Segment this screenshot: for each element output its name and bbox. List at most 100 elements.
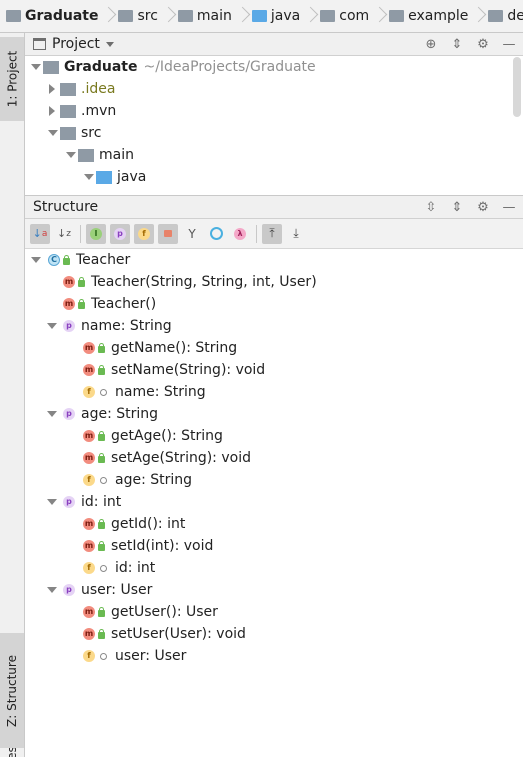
locate-icon[interactable]: ⊕	[423, 37, 439, 53]
folder-icon	[78, 148, 94, 162]
structure-item-property[interactable]: p id: int	[45, 491, 121, 513]
show-non-public-icon[interactable]	[158, 223, 178, 244]
folder-icon	[60, 104, 76, 118]
expand-arrow-icon[interactable]	[45, 315, 59, 337]
breadcrumb-item-src[interactable]: src	[112, 0, 172, 32]
structure-item-label: name: String	[115, 384, 206, 400]
show-anonymous-icon[interactable]	[206, 224, 226, 244]
field-icon: f	[83, 650, 95, 662]
tree-item-idea[interactable]: .idea	[46, 78, 115, 100]
expand-arrow-icon[interactable]	[82, 166, 96, 188]
chevron-right-icon	[305, 6, 314, 26]
module-folder-icon	[43, 60, 59, 74]
project-panel-title[interactable]: Project	[52, 36, 100, 52]
structure-item-setter[interactable]: m setAge(String): void	[83, 447, 251, 469]
public-lock-icon	[98, 540, 105, 551]
hide-icon[interactable]: —	[501, 37, 517, 53]
structure-item-constructor[interactable]: m Teacher(String, String, int, User)	[63, 271, 317, 293]
structure-item-property[interactable]: p age: String	[45, 403, 158, 425]
structure-item-getter[interactable]: m getId(): int	[83, 513, 185, 535]
structure-item-label: getAge(): String	[111, 428, 223, 444]
breadcrumb-item-com[interactable]: com	[314, 0, 383, 32]
structure-item-field[interactable]: f user: User	[83, 645, 186, 667]
tree-item-graduate[interactable]: Graduate ~/IdeaProjects/Graduate	[29, 56, 316, 78]
structure-item-setter[interactable]: m setId(int): void	[83, 535, 213, 557]
structure-item-label: age: String	[81, 406, 159, 422]
structure-item-setter[interactable]: m setUser(User): void	[83, 623, 246, 645]
extra-tool-tab[interactable]: es	[0, 748, 24, 757]
structure-item-getter[interactable]: m getUser(): User	[83, 601, 218, 623]
structure-item-field[interactable]: f name: String	[83, 381, 206, 403]
collapse-all-icon[interactable]: ⇕	[449, 200, 465, 216]
expand-arrow-icon[interactable]	[29, 56, 43, 78]
breadcrumb-label: Graduate	[25, 8, 99, 24]
expand-arrow-icon[interactable]	[45, 579, 59, 601]
expand-all-icon[interactable]: ⇳	[423, 200, 439, 216]
show-lambdas-icon[interactable]: λ	[230, 224, 250, 244]
structure-item-class[interactable]: C Teacher	[29, 249, 130, 271]
chevron-down-icon[interactable]	[105, 41, 114, 47]
chevron-right-icon	[163, 6, 172, 26]
expand-arrow-icon[interactable]	[45, 403, 59, 425]
method-icon: m	[83, 342, 95, 354]
collapse-all-icon[interactable]: ⇕	[449, 37, 465, 53]
left-tool-strip: 1: Project Z: Structure es	[0, 33, 25, 757]
breadcrumb-item-example[interactable]: example	[383, 0, 482, 32]
structure-tool-tab[interactable]: Z: Structure	[0, 633, 24, 748]
hide-icon[interactable]: —	[501, 200, 517, 216]
expand-arrow-icon[interactable]	[64, 144, 78, 166]
structure-item-getter[interactable]: m getAge(): String	[83, 425, 223, 447]
sort-alphabetically-icon[interactable]: ↓ z	[54, 224, 74, 244]
structure-item-getter[interactable]: m getName(): String	[83, 337, 237, 359]
project-scrollbar[interactable]	[513, 57, 521, 117]
project-tool-tab-label: 1: Project	[5, 50, 19, 108]
structure-item-label: user: User	[81, 582, 153, 598]
breadcrumb-item-main[interactable]: main	[172, 0, 246, 32]
collapse-arrow-icon[interactable]	[46, 78, 60, 100]
field-icon: f	[83, 386, 95, 398]
gear-icon[interactable]: ⚙	[475, 37, 491, 53]
breadcrumb-label: demo	[507, 8, 523, 24]
property-icon: p	[63, 584, 75, 596]
public-lock-icon	[78, 276, 85, 287]
structure-item-field[interactable]: f age: String	[83, 469, 192, 491]
method-icon: m	[83, 628, 95, 640]
tree-item-mvn[interactable]: .mvn	[46, 100, 116, 122]
sort-by-visibility-icon[interactable]: ↓ a	[30, 223, 50, 244]
breadcrumb-item-java[interactable]: java	[246, 0, 314, 32]
structure-item-label: setId(int): void	[111, 538, 214, 554]
breadcrumb-item-graduate[interactable]: Graduate	[0, 0, 112, 32]
structure-item-constructor[interactable]: m Teacher()	[63, 293, 156, 315]
tree-item-src[interactable]: src	[46, 122, 101, 144]
breadcrumb-item-demo[interactable]: demo	[482, 0, 523, 32]
collapse-arrow-icon[interactable]	[46, 100, 60, 122]
structure-item-label: id: int	[115, 560, 156, 576]
class-icon: C	[48, 254, 60, 266]
property-icon: p	[63, 496, 75, 508]
public-lock-icon	[98, 518, 105, 529]
show-properties-icon[interactable]: I	[86, 223, 106, 244]
expand-arrow-icon[interactable]	[46, 122, 60, 144]
structure-item-setter[interactable]: m setName(String): void	[83, 359, 265, 381]
expand-arrow-icon[interactable]	[45, 491, 59, 513]
project-tool-tab[interactable]: 1: Project	[0, 37, 24, 121]
tree-item-main[interactable]: main	[64, 144, 134, 166]
structure-item-property[interactable]: p user: User	[45, 579, 152, 601]
structure-item-property[interactable]: p name: String	[45, 315, 172, 337]
package-private-icon	[100, 476, 107, 484]
breadcrumb: Graduate src main java com example demo	[0, 0, 523, 33]
tree-item-java[interactable]: java	[82, 166, 146, 188]
chevron-right-icon	[237, 6, 246, 26]
field-icon: f	[83, 562, 95, 574]
method-icon: m	[83, 430, 95, 442]
autoscroll-from-source-icon[interactable]: ⤓	[286, 224, 306, 244]
expand-arrow-icon[interactable]	[29, 249, 43, 271]
show-inherited-icon[interactable]: Y	[182, 224, 202, 244]
autoscroll-to-source-icon[interactable]: ⤒	[262, 223, 282, 244]
show-fields-icon[interactable]: f	[134, 223, 154, 244]
show-property-icon[interactable]: p	[110, 223, 130, 244]
tree-item-path: ~/IdeaProjects/Graduate	[143, 59, 316, 75]
structure-item-label: getName(): String	[111, 340, 238, 356]
gear-icon[interactable]: ⚙	[475, 200, 491, 216]
structure-item-field[interactable]: f id: int	[83, 557, 155, 579]
